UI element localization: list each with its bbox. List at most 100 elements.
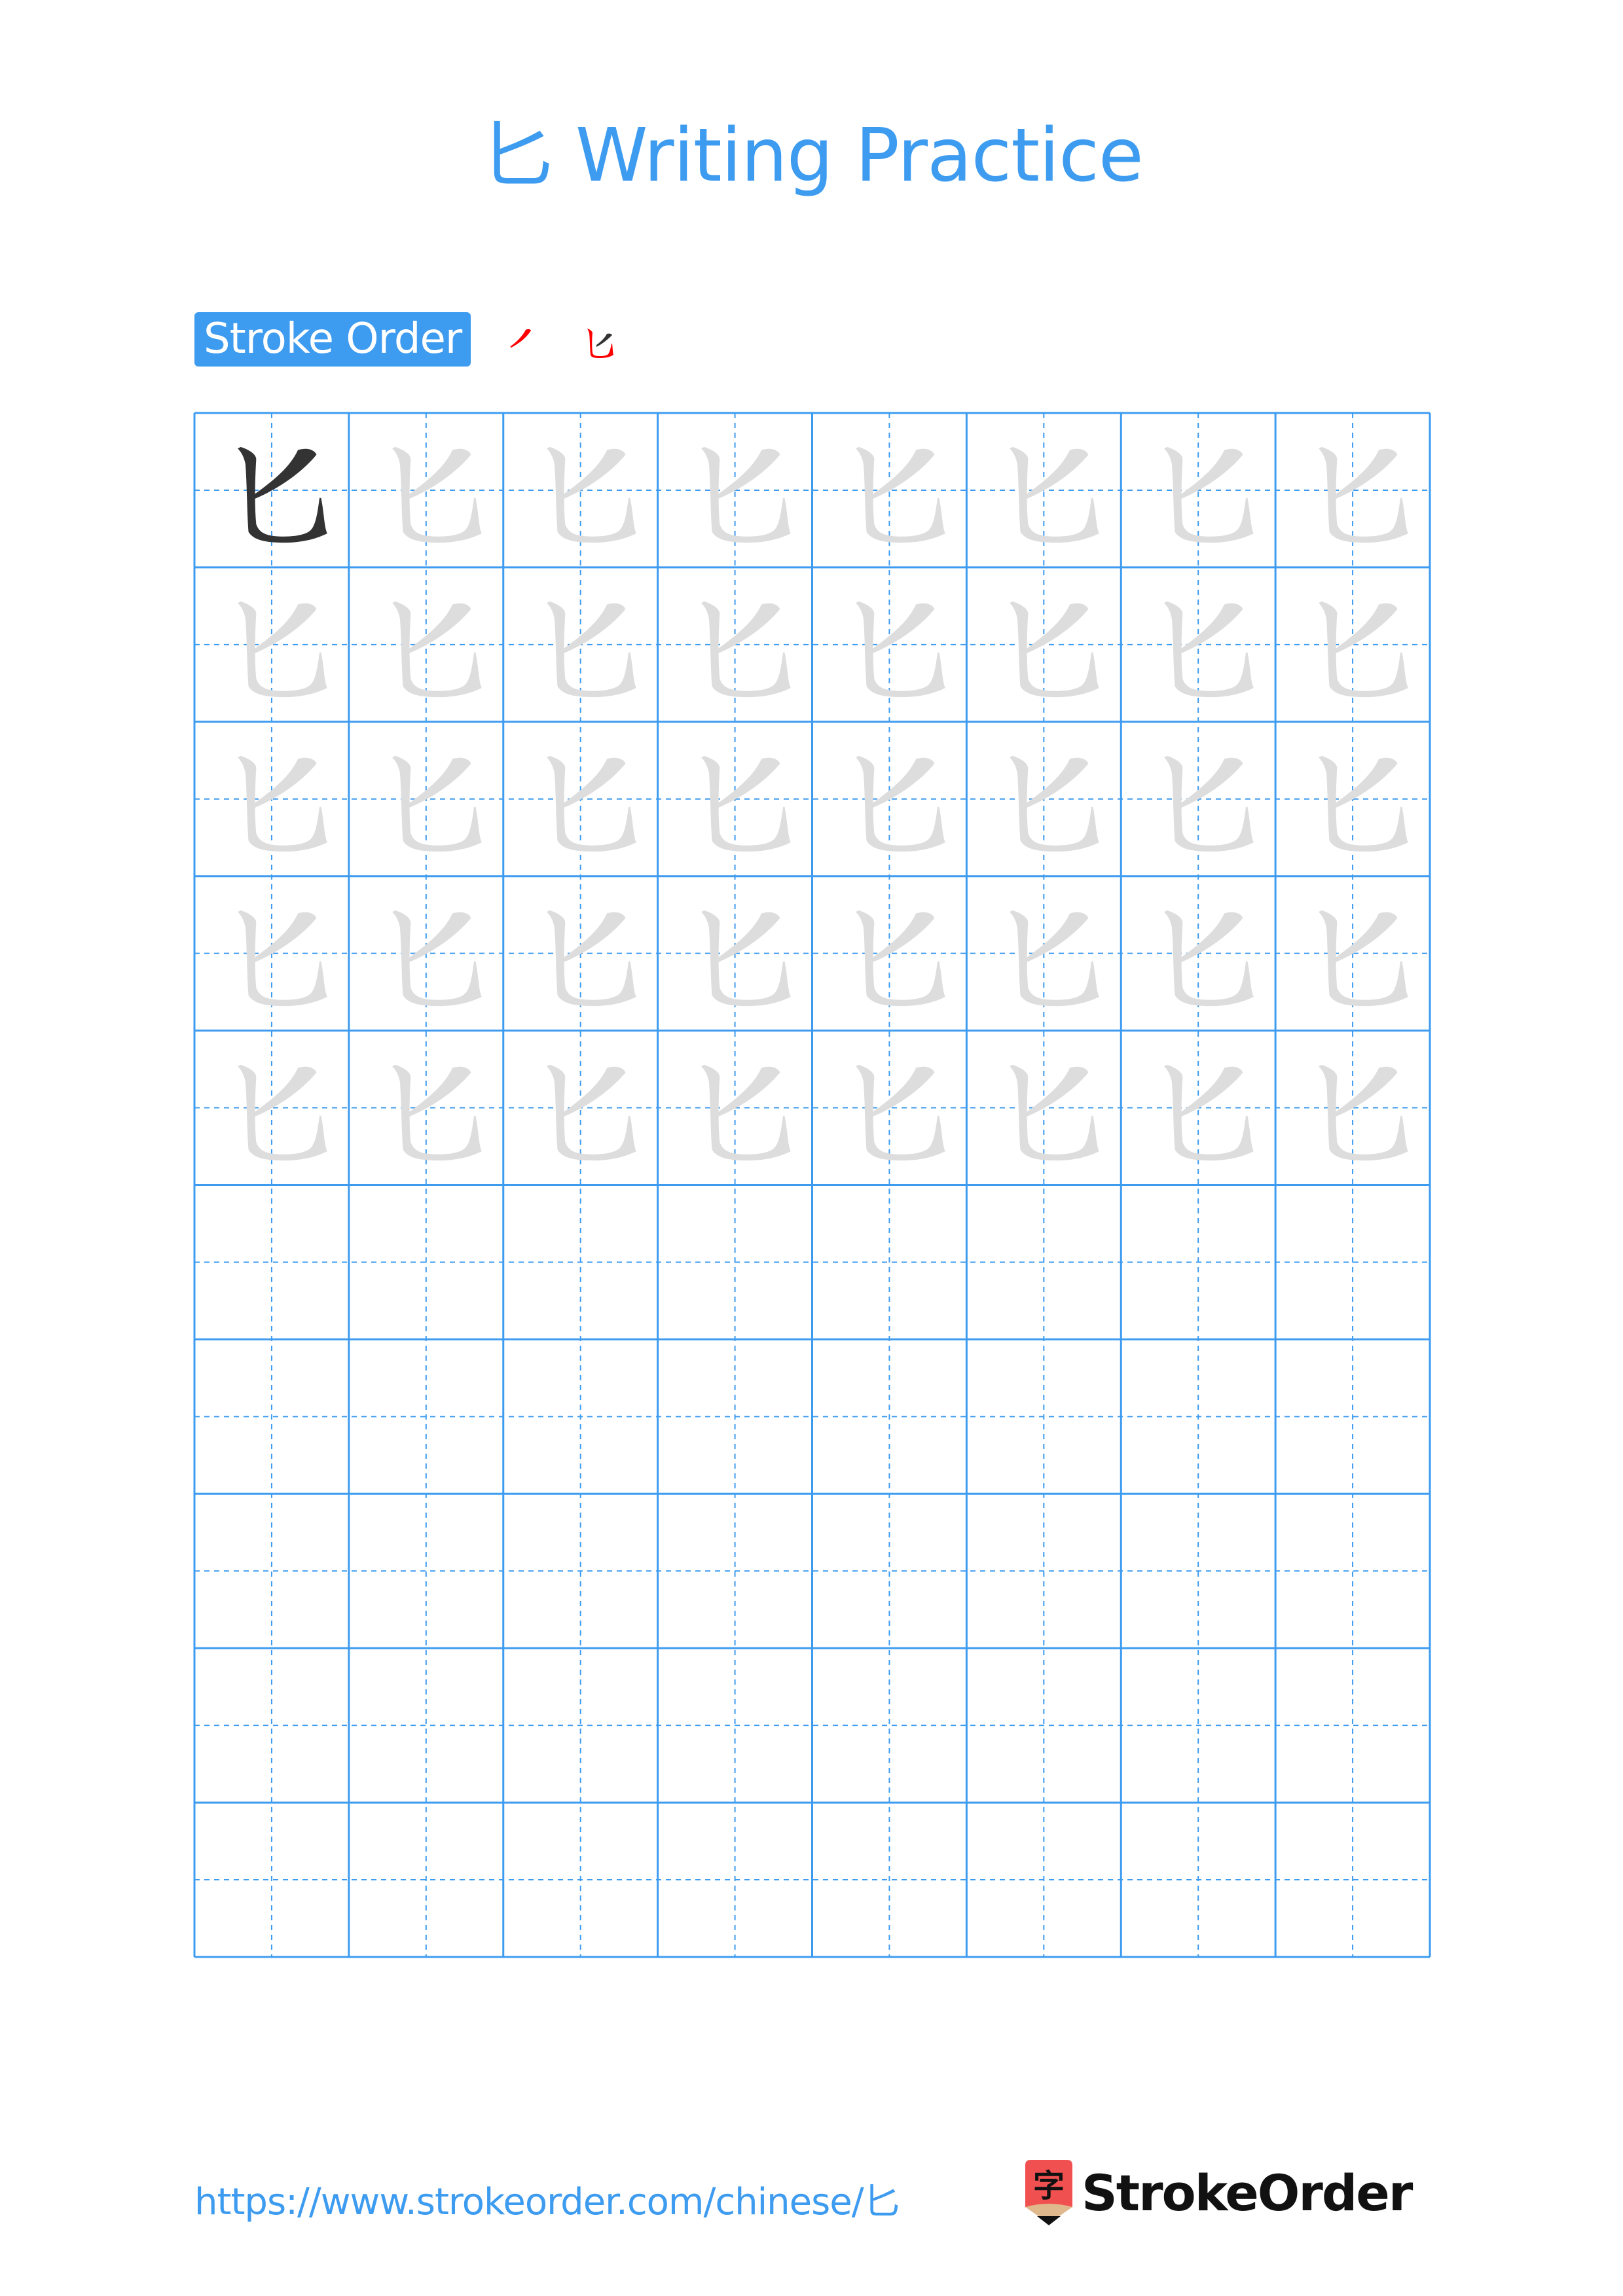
character-stroke-1 — [1023, 757, 1089, 808]
trace-character-cell[interactable] — [812, 876, 967, 1031]
trace-character-cell[interactable] — [1121, 413, 1275, 567]
blank-practice-cell[interactable] — [1121, 1648, 1275, 1803]
blank-practice-cell[interactable] — [194, 1494, 349, 1648]
trace-character-cell[interactable] — [1275, 722, 1430, 876]
blank-practice-cell[interactable] — [1275, 1494, 1430, 1648]
trace-character-cell[interactable] — [658, 413, 812, 567]
blank-practice-cell[interactable] — [349, 1648, 503, 1803]
trace-character-cell[interactable] — [1275, 567, 1430, 722]
model-character-cell[interactable] — [194, 413, 349, 567]
blank-practice-cell[interactable] — [503, 1185, 658, 1340]
blank-practice-cell[interactable] — [503, 1339, 658, 1494]
trace-character-cell[interactable] — [1121, 876, 1275, 1031]
character-stroke-1 — [1177, 757, 1243, 808]
blank-practice-cell[interactable] — [503, 1494, 658, 1648]
brand-logo[interactable]: 字 StrokeOrder — [1025, 2160, 1413, 2227]
trace-character-cell[interactable] — [1275, 1031, 1430, 1185]
trace-character-cell[interactable] — [194, 876, 349, 1031]
blank-practice-cell[interactable] — [812, 1648, 967, 1803]
blank-practice-cell[interactable] — [1121, 1339, 1275, 1494]
trace-character-cell[interactable] — [503, 567, 658, 722]
character-stroke-1 — [1177, 912, 1243, 963]
trace-character-cell[interactable] — [194, 722, 349, 876]
trace-character-cell[interactable] — [966, 413, 1121, 567]
blank-practice-cell[interactable] — [194, 1339, 349, 1494]
character-stroke-1 — [1332, 448, 1398, 500]
trace-character-cell[interactable] — [194, 1031, 349, 1185]
trace-character-cell[interactable] — [1275, 413, 1430, 567]
trace-character-cell[interactable] — [658, 1031, 812, 1185]
trace-character-cell[interactable] — [194, 567, 349, 722]
trace-character-glyph — [1319, 446, 1408, 543]
trace-character-cell[interactable] — [349, 567, 503, 722]
blank-practice-cell[interactable] — [1275, 1648, 1430, 1803]
trace-character-cell[interactable] — [966, 567, 1121, 722]
blank-practice-cell[interactable] — [966, 1803, 1121, 1957]
blank-practice-cell[interactable] — [1121, 1494, 1275, 1648]
blank-practice-cell[interactable] — [658, 1339, 812, 1494]
character-stroke-2 — [392, 755, 482, 852]
blank-practice-cell[interactable] — [658, 1494, 812, 1648]
trace-character-cell[interactable] — [1121, 1031, 1275, 1185]
blank-practice-cell[interactable] — [503, 1648, 658, 1803]
blank-practice-cell[interactable] — [966, 1339, 1121, 1494]
blank-practice-cell[interactable] — [812, 1803, 967, 1957]
trace-character-cell[interactable] — [812, 567, 967, 722]
trace-character-cell[interactable] — [349, 722, 503, 876]
blank-practice-cell[interactable] — [1121, 1803, 1275, 1957]
trace-character-cell[interactable] — [812, 722, 967, 876]
character-stroke-2 — [1164, 1064, 1254, 1160]
brand-name: StrokeOrder — [1082, 2164, 1413, 2222]
trace-character-cell[interactable] — [812, 413, 967, 567]
trace-character-cell[interactable] — [349, 413, 503, 567]
blank-practice-cell[interactable] — [966, 1185, 1121, 1340]
trace-character-glyph — [392, 910, 482, 1006]
page-title: 匕 Writing Practice — [480, 113, 1144, 198]
trace-character-glyph — [238, 755, 327, 852]
blank-practice-cell[interactable] — [1275, 1803, 1430, 1957]
trace-character-glyph — [855, 601, 945, 698]
trace-character-cell[interactable] — [658, 876, 812, 1031]
blank-practice-cell[interactable] — [658, 1185, 812, 1340]
character-stroke-2 — [392, 910, 482, 1006]
blank-practice-cell[interactable] — [1275, 1185, 1430, 1340]
trace-character-cell[interactable] — [1121, 567, 1275, 722]
trace-character-cell[interactable] — [503, 413, 658, 567]
blank-practice-cell[interactable] — [349, 1185, 503, 1340]
trace-character-cell[interactable] — [349, 1031, 503, 1185]
trace-character-cell[interactable] — [966, 876, 1121, 1031]
character-stroke-2 — [392, 601, 482, 698]
blank-practice-cell[interactable] — [812, 1339, 967, 1494]
blank-practice-cell[interactable] — [349, 1339, 503, 1494]
trace-character-cell[interactable] — [503, 876, 658, 1031]
blank-practice-cell[interactable] — [966, 1648, 1121, 1803]
trace-character-cell[interactable] — [658, 722, 812, 876]
character-stroke-2 — [701, 910, 791, 1006]
trace-character-cell[interactable] — [503, 1031, 658, 1185]
blank-practice-cell[interactable] — [194, 1803, 349, 1957]
blank-practice-cell[interactable] — [194, 1648, 349, 1803]
blank-practice-cell[interactable] — [1275, 1339, 1430, 1494]
blank-practice-cell[interactable] — [194, 1185, 349, 1340]
trace-character-cell[interactable] — [1121, 722, 1275, 876]
blank-practice-cell[interactable] — [503, 1803, 658, 1957]
blank-practice-cell[interactable] — [812, 1185, 967, 1340]
practice-grid[interactable] — [193, 412, 1431, 1958]
blank-practice-cell[interactable] — [1121, 1185, 1275, 1340]
trace-character-cell[interactable] — [966, 1031, 1121, 1185]
trace-character-cell[interactable] — [1275, 876, 1430, 1031]
footer-url-link[interactable]: https://www.strokeorder.com/chinese/匕 — [194, 2179, 900, 2225]
blank-practice-cell[interactable] — [966, 1494, 1121, 1648]
trace-character-cell[interactable] — [503, 722, 658, 876]
character-stroke-2 — [1010, 601, 1100, 698]
trace-character-cell[interactable] — [349, 876, 503, 1031]
blank-practice-cell[interactable] — [349, 1803, 503, 1957]
trace-character-glyph — [1319, 910, 1408, 1006]
blank-practice-cell[interactable] — [349, 1494, 503, 1648]
blank-practice-cell[interactable] — [812, 1494, 967, 1648]
trace-character-cell[interactable] — [812, 1031, 967, 1185]
trace-character-cell[interactable] — [966, 722, 1121, 876]
trace-character-cell[interactable] — [658, 567, 812, 722]
blank-practice-cell[interactable] — [658, 1803, 812, 1957]
blank-practice-cell[interactable] — [658, 1648, 812, 1803]
